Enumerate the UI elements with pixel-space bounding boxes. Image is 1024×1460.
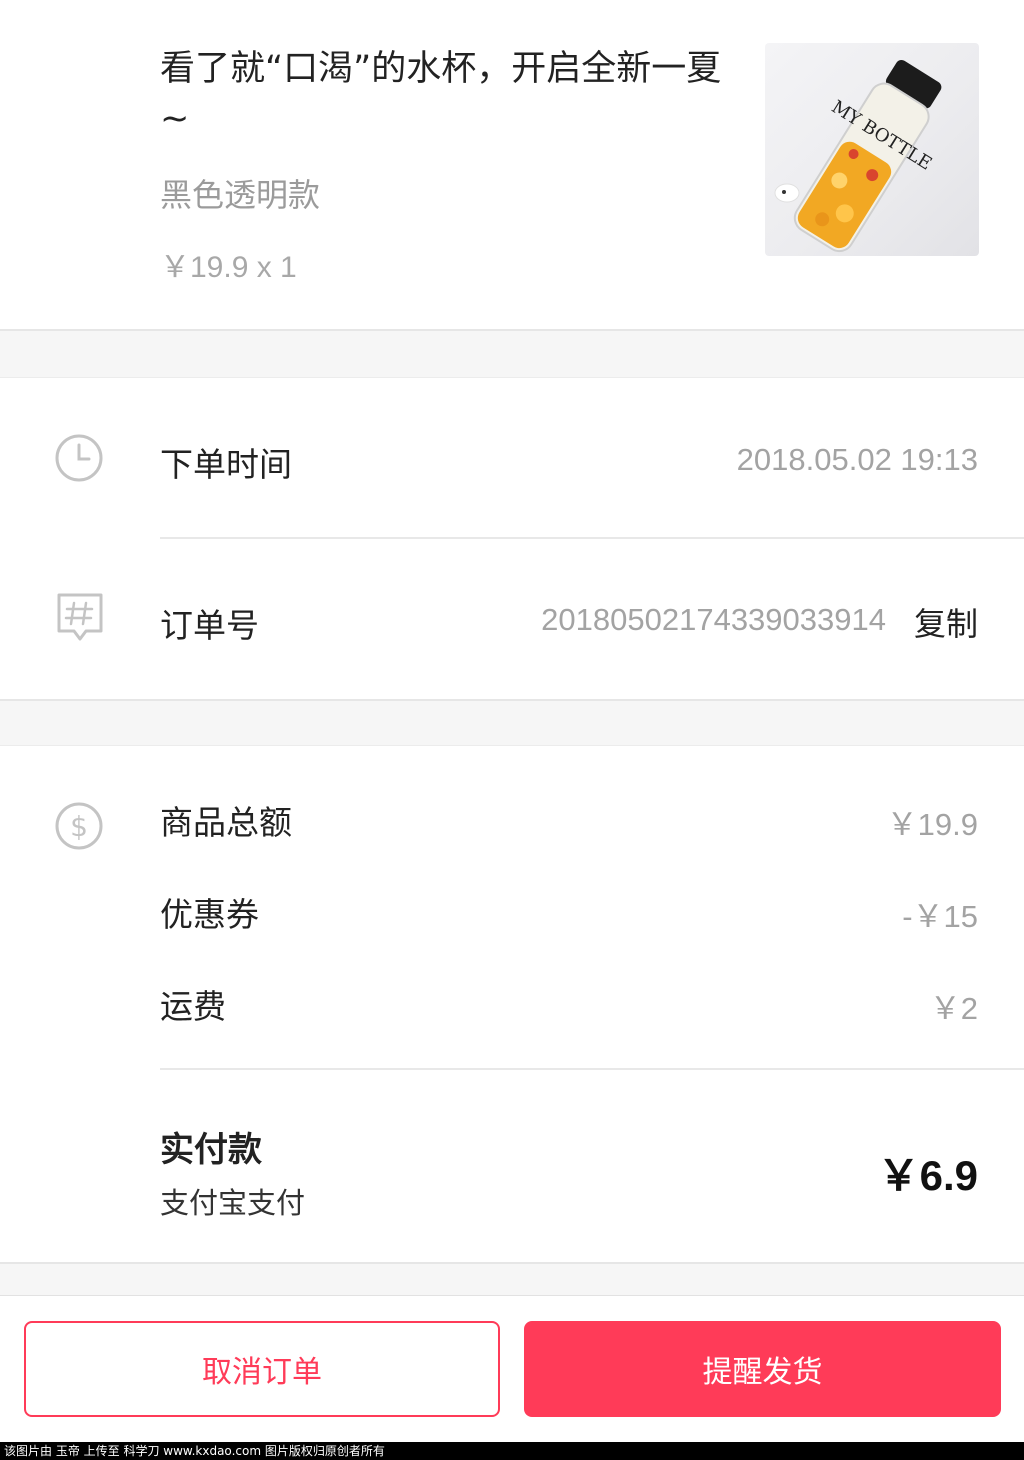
product-variant: 黑色透明款 bbox=[160, 176, 321, 214]
payment-method: 支付宝支付 bbox=[160, 1186, 306, 1220]
coupon-label: 优惠券 bbox=[160, 895, 259, 934]
total-paid-value: ￥6.9 bbox=[877, 1152, 978, 1199]
shipping-value: ￥2 bbox=[929, 991, 978, 1026]
bottle-image: MY BOTTLE bbox=[774, 59, 942, 253]
dollar-circle-icon: $ bbox=[54, 801, 104, 855]
cancel-order-button[interactable]: 取消订单 bbox=[24, 1321, 500, 1417]
payment-summary-section: $ 商品总额 ￥19.9 优惠券 -￥15 运费 ￥2 实付款 支付宝支付 ￥6… bbox=[0, 745, 1024, 1264]
coupon-value: -￥15 bbox=[902, 899, 978, 934]
order-number-label: 订单号 bbox=[160, 606, 259, 645]
order-info-section: 下单时间 2018.05.02 19:13 订单号 20180502174339… bbox=[0, 377, 1024, 701]
watermark-banner: 该图片由 玉帝 上传至 科学刀 www.kxdao.com 图片版权归原创者所有 bbox=[0, 1442, 1024, 1460]
product-thumbnail[interactable]: MY BOTTLE bbox=[765, 43, 979, 256]
row-divider bbox=[160, 537, 1024, 539]
copy-order-number-button[interactable]: 复制 bbox=[914, 599, 978, 645]
remind-shipping-button[interactable]: 提醒发货 bbox=[524, 1321, 1001, 1417]
clock-icon bbox=[54, 433, 104, 487]
total-paid-label: 实付款 bbox=[160, 1130, 262, 1170]
product-title: 看了就“口渴”的水杯，开启全新一夏~ bbox=[160, 49, 722, 139]
order-time-label: 下单时间 bbox=[160, 445, 292, 484]
amount-divider bbox=[160, 1068, 1024, 1070]
order-time-value: 2018.05.02 19:13 bbox=[736, 442, 978, 477]
product-price-quantity: ￥19.9 x 1 bbox=[160, 251, 297, 284]
order-number-value: 20180502174339033914 bbox=[541, 602, 886, 637]
shipping-label: 运费 bbox=[160, 987, 226, 1026]
product-card[interactable]: 看了就“口渴”的水杯，开启全新一夏~ 黑色透明款 ￥19.9 x 1 MY BO… bbox=[0, 0, 1024, 331]
subtotal-label: 商品总额 bbox=[160, 803, 292, 842]
subtotal-value: ￥19.9 bbox=[886, 807, 978, 842]
svg-text:$: $ bbox=[70, 810, 88, 843]
bottom-action-bar: 取消订单 提醒发货 bbox=[0, 1295, 1024, 1443]
hash-tag-icon bbox=[55, 591, 105, 651]
